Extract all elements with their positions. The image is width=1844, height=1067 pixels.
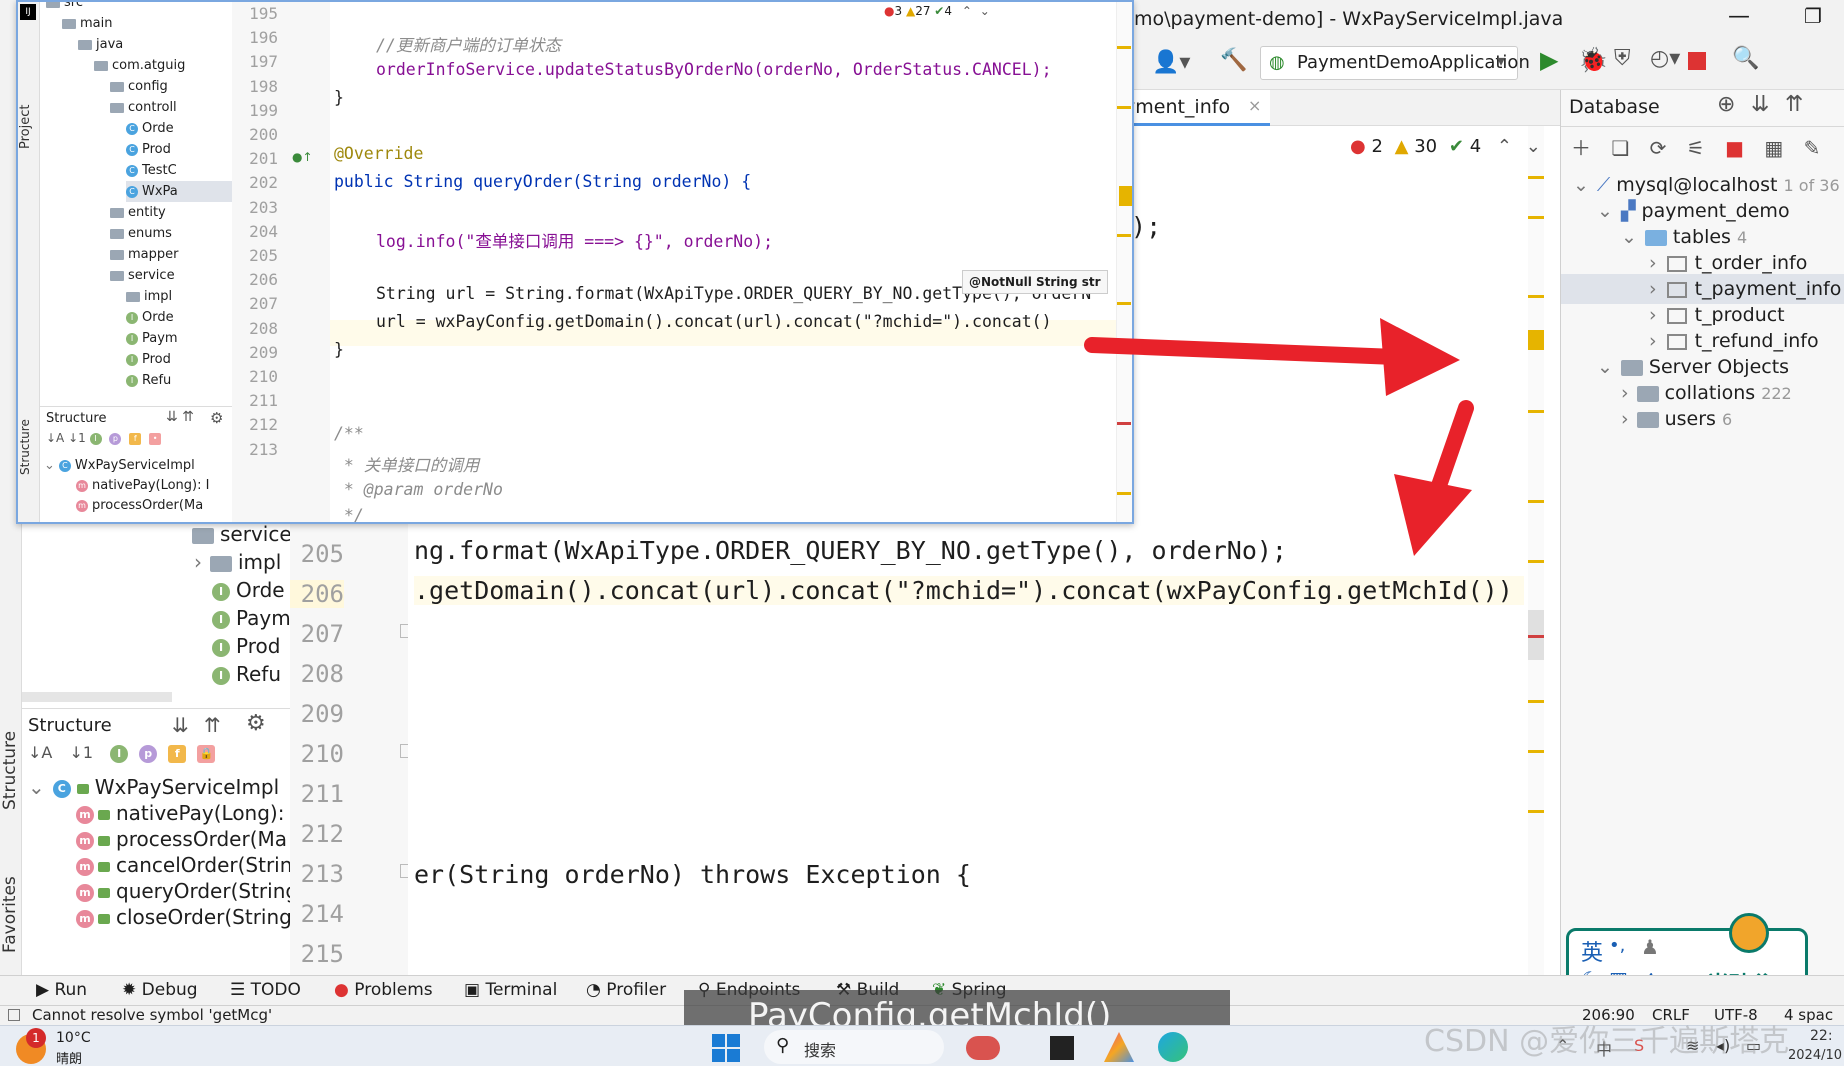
- annotation-arrows: [1084, 318, 1474, 556]
- arrow-down-icon: [1394, 400, 1474, 556]
- arrow-right-icon: [1084, 318, 1460, 396]
